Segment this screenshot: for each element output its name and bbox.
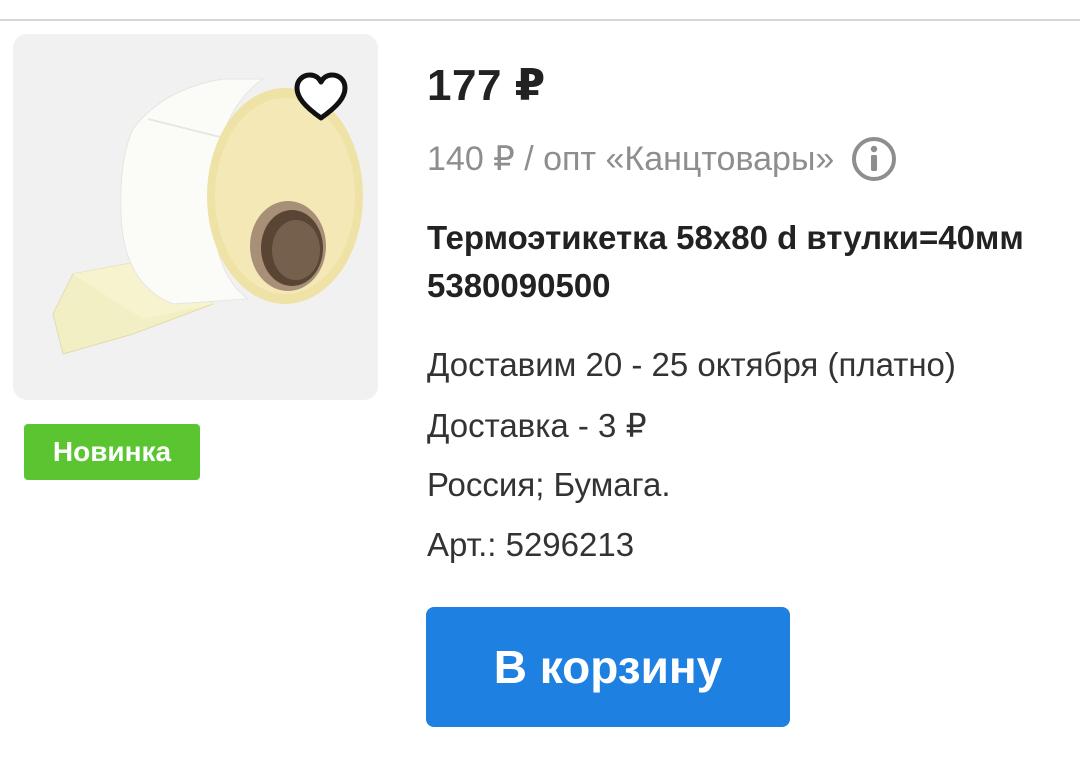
add-to-cart-button[interactable]: В корзину [426,607,790,727]
new-badge: Новинка [24,424,200,480]
delivery-cost: Доставка - 3 ₽ [427,407,647,444]
info-circle-icon [852,137,897,181]
wholesale-price-text: 140 ₽ / опт «Канцтовары» [427,140,835,178]
heart-outline-icon [294,72,348,121]
product-price: 177 ₽ [427,61,546,110]
product-title[interactable]: Термоэтикетка 58х80 d втулки=40мм 538009… [427,214,1047,310]
info-button[interactable] [850,135,898,183]
favorite-button[interactable] [290,68,352,126]
delivery-date: Доставим 20 - 25 октября (платно) [427,346,956,383]
article-number: Арт.: 5296213 [427,526,635,563]
origin-material: Россия; Бумага. [427,466,671,503]
top-divider [0,19,1080,21]
wholesale-price-row: 140 ₽ / опт «Канцтовары» [427,134,898,184]
